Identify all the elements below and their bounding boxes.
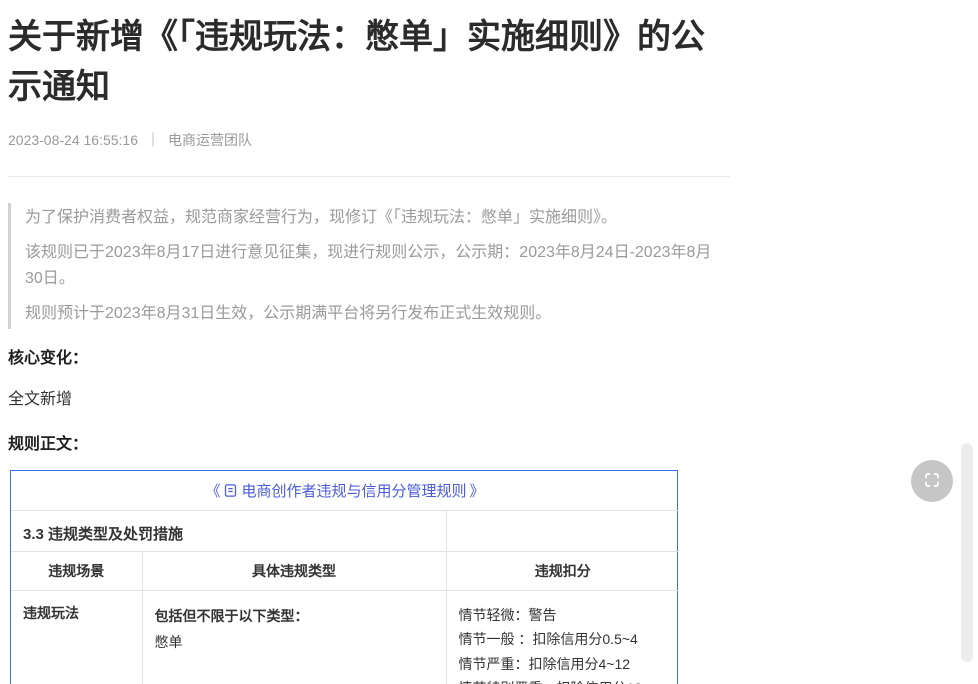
article-meta: 2023-08-24 16:55:16 ｜ 电商运营团队 <box>8 130 732 150</box>
page-title: 关于新增《「违规玩法：憋单」实施细则》的公示通知 <box>8 12 732 112</box>
document-icon <box>223 483 238 498</box>
expand-icon <box>923 471 941 492</box>
penalty-line: 情节严重：扣除信用分4~12 <box>459 652 668 677</box>
rule-table: 《 电商创作者违规与信用分管理规则 》 3.3 违规类 <box>11 471 679 684</box>
penalty-line: 情节特别严重：扣除信用分12 <box>459 676 668 684</box>
link-prefix: 《 <box>205 480 220 501</box>
penalty-line: 情节一般 ：扣除信用分0.5~4 <box>459 627 668 652</box>
notice-paragraph: 规则预计于2023年8月31日生效，公示期满平台将另行发布正式生效规则。 <box>25 301 728 327</box>
violation-scene-cell: 违规玩法 <box>11 590 142 684</box>
violation-type-intro: 包括但不限于以下类型： <box>155 603 434 629</box>
header-divider <box>8 176 730 177</box>
author-name: 电商运营团队 <box>168 130 252 150</box>
column-header-penalty: 违规扣分 <box>446 551 679 590</box>
expand-button[interactable] <box>911 460 953 502</box>
notice-quote: 为了保护消费者权益，规范商家经营行为，现修订《「违规玩法：憋单」实施细则》。 该… <box>8 203 728 329</box>
violation-penalty-cell: 情节轻微：警告 情节一般 ：扣除信用分0.5~4 情节严重：扣除信用分4~12 … <box>446 590 679 684</box>
rule-section-heading: 3.3 违规类型及处罚措施 <box>11 510 446 551</box>
empty-cell <box>446 510 679 551</box>
rule-link-cell: 《 电商创作者违规与信用分管理规则 》 <box>11 471 679 510</box>
notice-paragraph: 为了保护消费者权益，规范商家经营行为，现修订《「违规玩法：憋单」实施细则》。 <box>25 205 728 231</box>
core-change-value: 全文新增 <box>8 385 732 409</box>
column-header-scene: 违规场景 <box>11 551 142 590</box>
article: 关于新增《「违规玩法：憋单」实施细则》的公示通知 2023-08-24 16:5… <box>8 0 732 684</box>
penalty-line: 情节轻微：警告 <box>459 603 668 628</box>
meta-separator: ｜ <box>146 130 160 150</box>
violation-type-cell: 包括但不限于以下类型： 憋单 <box>142 590 446 684</box>
violation-type-item: 憋单 <box>155 629 434 655</box>
column-header-type: 具体违规类型 <box>142 551 446 590</box>
table-header-row: 违规场景 具体违规类型 违规扣分 <box>11 551 679 590</box>
rule-link-row: 《 电商创作者违规与信用分管理规则 》 <box>11 471 679 510</box>
rule-table-container: 《 电商创作者违规与信用分管理规则 》 3.3 违规类 <box>10 470 678 684</box>
link-suffix: 》 <box>470 480 485 501</box>
rule-body-label: 规则正文： <box>8 430 732 454</box>
rule-document-link[interactable]: 《 电商创作者违规与信用分管理规则 》 <box>205 480 484 501</box>
publish-datetime: 2023-08-24 16:55:16 <box>8 132 138 148</box>
scrollbar[interactable] <box>961 443 973 662</box>
rule-section-heading-row: 3.3 违规类型及处罚措施 <box>11 510 679 551</box>
table-row: 违规玩法 包括但不限于以下类型： 憋单 情节轻微：警告 情节一般 ：扣除信用分0… <box>11 590 679 684</box>
rule-document-link-label: 电商创作者违规与信用分管理规则 <box>241 480 466 501</box>
notice-paragraph: 该规则已于2023年8月17日进行意见征集，现进行规则公示，公示期：2023年8… <box>25 240 728 292</box>
penalty-list: 情节轻微：警告 情节一般 ：扣除信用分0.5~4 情节严重：扣除信用分4~12 … <box>459 603 668 684</box>
core-change-label: 核心变化： <box>8 344 732 368</box>
